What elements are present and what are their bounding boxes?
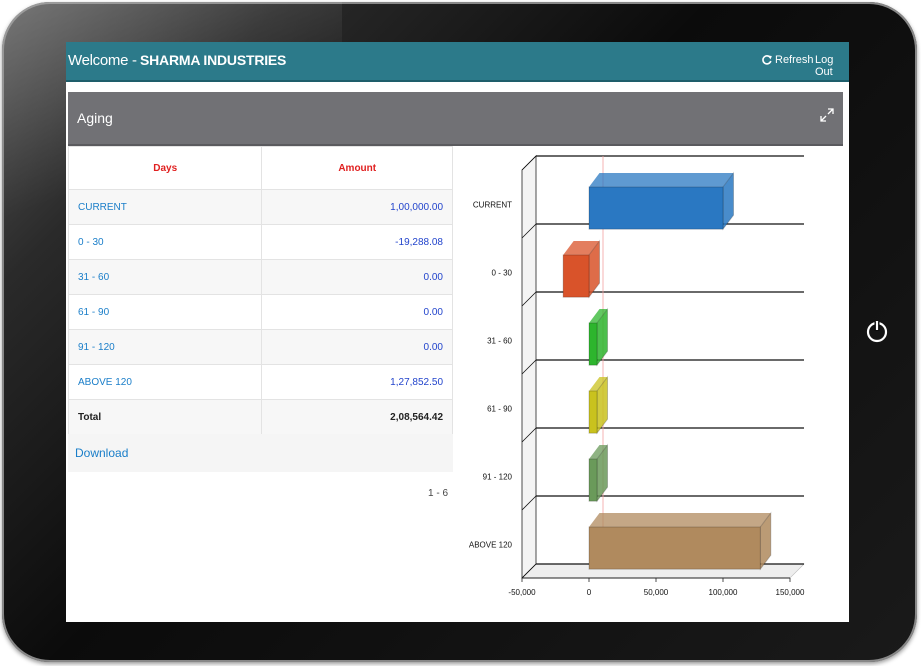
column-header-days[interactable]: Days — [67, 146, 263, 190]
row-amount-link[interactable]: 1,00,000.00 — [261, 189, 453, 225]
power-icon[interactable] — [863, 318, 891, 346]
panel-header: Aging — [68, 92, 843, 146]
refresh-button[interactable]: Refresh — [762, 54, 814, 66]
chart-bar — [588, 171, 734, 231]
category-label: CURRENT — [473, 200, 512, 209]
total-label: Total — [67, 399, 263, 435]
bar-top-face — [589, 173, 734, 187]
download-link[interactable]: Download — [75, 446, 128, 460]
table-row: 91 - 120 0.00 — [67, 329, 453, 365]
row-days-link[interactable]: 61 - 90 — [67, 294, 263, 330]
refresh-icon — [762, 55, 772, 65]
x-tick-label: 0 — [587, 588, 592, 597]
row-amount-link[interactable]: -19,288.08 — [261, 224, 453, 260]
x-tick-label: 50,000 — [644, 588, 669, 597]
table-row: ABOVE 120 1,27,852.50 — [67, 364, 453, 400]
logout-button[interactable]: Log Out — [815, 54, 849, 78]
category-label: 0 - 30 — [492, 268, 513, 277]
total-row: Total 2,08,564.42 — [67, 399, 453, 435]
bar-front-face — [588, 458, 598, 502]
row-amount-link[interactable]: 1,27,852.50 — [261, 364, 453, 400]
bar-front-face — [588, 322, 598, 366]
category-label: ABOVE 120 — [469, 540, 513, 549]
row-days-link[interactable]: ABOVE 120 — [67, 364, 263, 400]
row-days-link[interactable]: 91 - 120 — [67, 329, 263, 365]
row-amount-link[interactable]: 0.00 — [261, 259, 453, 295]
row-days-link[interactable]: 0 - 30 — [67, 224, 263, 260]
bar-front-face — [588, 186, 724, 230]
top-bar: Welcome - SHARMA INDUSTRIES Refresh Log … — [66, 42, 849, 82]
download-bar: Download — [68, 434, 453, 472]
panel-title: Aging — [77, 110, 113, 126]
x-tick-label: -50,000 — [508, 588, 536, 597]
chart-bar — [562, 239, 600, 299]
refresh-label: Refresh — [775, 54, 814, 66]
row-days-link[interactable]: CURRENT — [67, 189, 263, 225]
row-days-link[interactable]: 31 - 60 — [67, 259, 263, 295]
category-label: 61 - 90 — [487, 404, 512, 413]
aging-bar-chart: CURRENT 0 - 30 31 - 60 61 - 90 91 - 120 ABOVE… — [469, 155, 805, 597]
expand-icon[interactable] — [820, 108, 834, 122]
category-label: 91 - 120 — [483, 472, 513, 481]
table-header-row: Days Amount — [67, 146, 453, 190]
bar-front-face — [562, 254, 590, 298]
pagination-info: 1 - 6 — [428, 488, 449, 499]
bar-front-face — [588, 526, 761, 570]
chart-bar — [588, 511, 772, 571]
bar-top-face — [589, 513, 771, 527]
category-label: 31 - 60 — [487, 336, 512, 345]
row-amount-link[interactable]: 0.00 — [261, 294, 453, 330]
row-amount-link[interactable]: 0.00 — [261, 329, 453, 365]
aging-table: Days Amount CURRENT 1,00,000.00 0 - 30 -… — [67, 146, 453, 435]
x-tick-label: 150,000 — [776, 588, 805, 597]
x-tick-label: 100,000 — [709, 588, 738, 597]
column-header-amount[interactable]: Amount — [261, 146, 453, 190]
total-amount: 2,08,564.42 — [261, 399, 453, 435]
welcome-label: Welcome - — [68, 52, 137, 69]
table-row: 61 - 90 0.00 — [67, 294, 453, 330]
bar-front-face — [588, 390, 598, 434]
app-screen: Welcome - SHARMA INDUSTRIES Refresh Log … — [66, 42, 849, 622]
table-row: 31 - 60 0.00 — [67, 259, 453, 295]
table-row: 0 - 30 -19,288.08 — [67, 224, 453, 260]
table-row: CURRENT 1,00,000.00 — [67, 189, 453, 225]
company-name: SHARMA INDUSTRIES — [140, 52, 287, 68]
